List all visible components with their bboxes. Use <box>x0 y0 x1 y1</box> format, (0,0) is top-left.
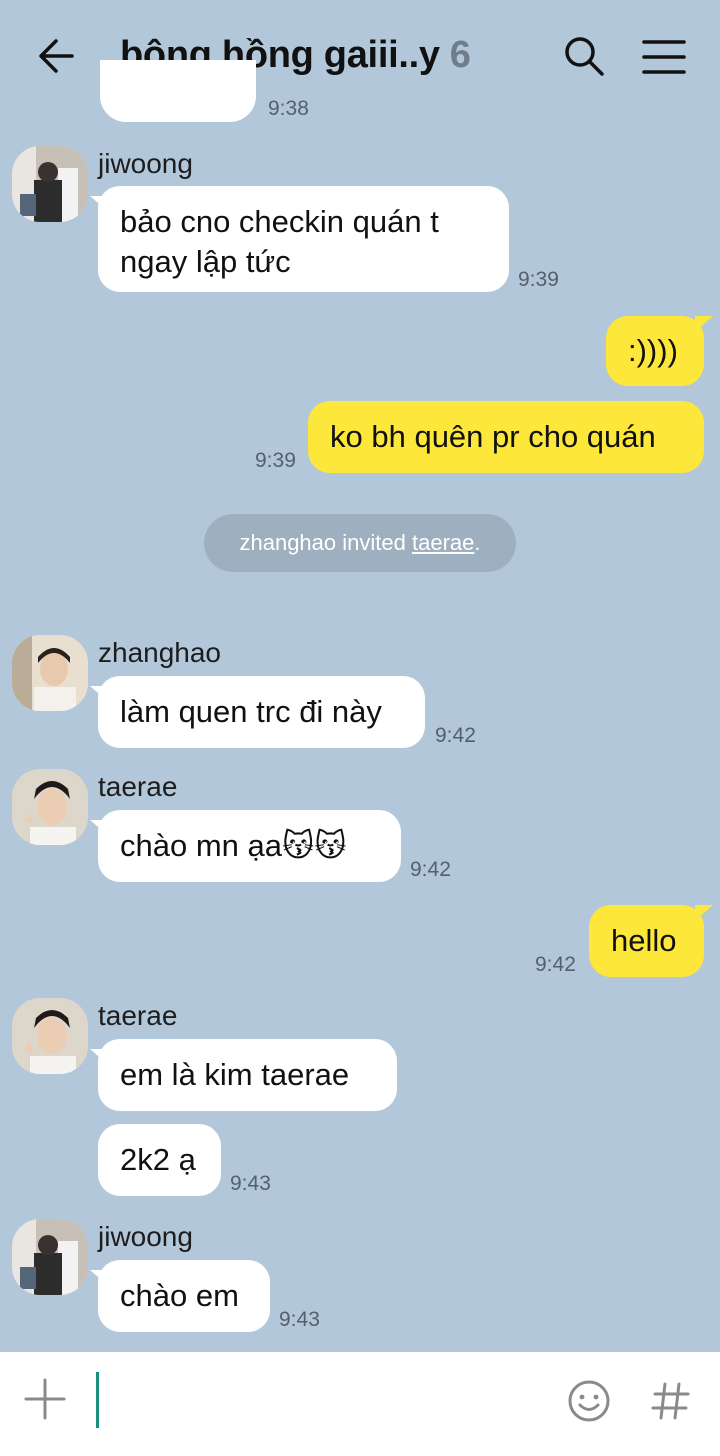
hash-icon <box>651 1382 690 1420</box>
message-text: :)))) <box>628 333 678 368</box>
avatar-photo <box>12 1219 88 1295</box>
message-text: ko bh quên pr cho quán <box>330 419 656 454</box>
menu-icon <box>642 40 686 74</box>
message-bubble[interactable]: chào mn ạa😽😽 <box>90 810 401 882</box>
sender-name: taerae <box>98 771 178 802</box>
message-bubble[interactable]: 2k2 ạ <box>98 1124 221 1196</box>
message-time: 9:43 <box>279 1308 320 1331</box>
sender-name: jiwoong <box>98 148 193 179</box>
system-notice: zhanghao invited taerae. <box>204 514 516 572</box>
text-cursor <box>96 1372 99 1428</box>
message-bubble[interactable]: em là kim taerae <box>90 1039 397 1111</box>
search-icon <box>565 37 604 76</box>
avatar-zhanghao[interactable] <box>12 635 88 711</box>
message-input[interactable] <box>100 1376 530 1426</box>
message-time: 9:42 <box>535 953 576 976</box>
message-text: hello <box>611 923 677 958</box>
avatar-photo <box>12 769 88 845</box>
search-button[interactable] <box>562 34 606 78</box>
message-line: bảo cno checkin quán t <box>120 204 439 239</box>
avatar-photo <box>12 998 88 1074</box>
message-text: làm quen trc đi này <box>120 694 382 729</box>
plus-icon <box>24 1378 66 1420</box>
avatar-jiwoong[interactable] <box>12 146 88 222</box>
system-actor: zhanghao <box>239 530 337 555</box>
my-message-bubble[interactable]: :)))) <box>606 316 713 386</box>
message-bubble[interactable]: bảo cno checkin quán t ngay lập tức <box>90 186 509 292</box>
message-input-bar <box>0 1352 720 1456</box>
back-button[interactable] <box>32 30 84 82</box>
sender-name: zhanghao <box>98 637 222 668</box>
message-text: chào em <box>120 1278 239 1313</box>
avatar-photo <box>12 146 88 222</box>
my-message-bubble[interactable]: hello <box>589 905 713 977</box>
attach-button[interactable] <box>22 1376 68 1422</box>
invited-user-link[interactable]: taerae <box>412 530 474 555</box>
message-text: 2k2 ạ <box>120 1142 196 1177</box>
message-bubble[interactable]: làm quen trc đi này <box>90 676 425 748</box>
message-bubble-previous[interactable] <box>100 60 256 122</box>
emoji-icon <box>568 1380 610 1422</box>
message-line: ngay lập tức <box>120 244 291 279</box>
avatar-taerae[interactable] <box>12 769 88 845</box>
message-time: 9:39 <box>518 268 559 291</box>
emoji-button[interactable] <box>566 1378 612 1424</box>
message-text: em là kim taerae <box>120 1057 350 1092</box>
hashtag-button[interactable] <box>648 1378 694 1424</box>
message-bubble[interactable]: chào em <box>90 1260 270 1332</box>
my-message-bubble[interactable]: ko bh quên pr cho quán <box>308 401 704 473</box>
message-time: 9:38 <box>268 100 309 118</box>
sender-name: jiwoong <box>98 1221 193 1252</box>
message-time: 9:39 <box>255 449 296 472</box>
menu-button[interactable] <box>642 38 686 78</box>
message-text: chào mn ạa😽😽 <box>120 828 347 863</box>
back-arrow-icon <box>39 39 74 73</box>
avatar-jiwoong[interactable] <box>12 1219 88 1295</box>
message-time: 9:43 <box>230 1172 271 1195</box>
system-verb: invited <box>342 530 406 555</box>
message-time: 9:42 <box>410 858 451 881</box>
avatar-taerae[interactable] <box>12 998 88 1074</box>
member-count: 6 <box>449 34 471 76</box>
message-time: 9:42 <box>435 724 476 747</box>
avatar-photo <box>12 635 88 711</box>
sender-name: taerae <box>98 1000 178 1031</box>
